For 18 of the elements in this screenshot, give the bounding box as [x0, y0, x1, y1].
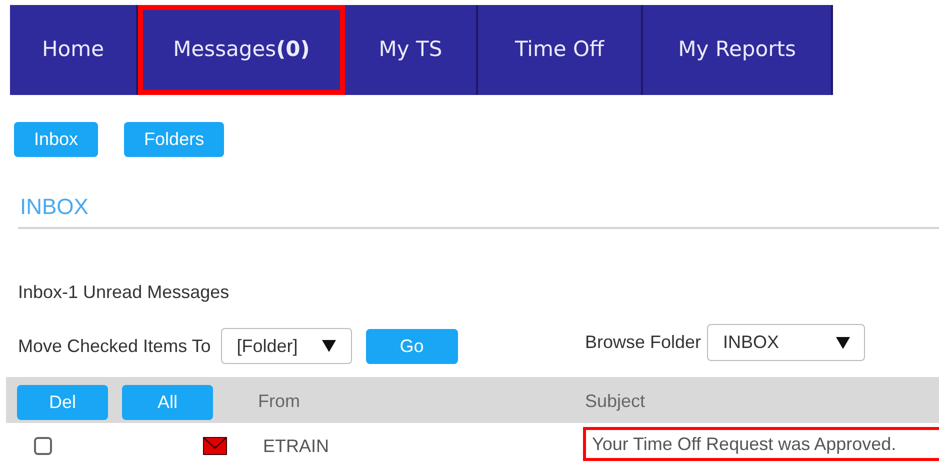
column-header: Subject [585, 390, 646, 413]
browse-label: Browse Folder [585, 331, 702, 354]
unread-summary: Inbox-1 Unread Messages [18, 281, 230, 304]
nav-tab[interactable]: My TS [345, 5, 478, 95]
nav-tab[interactable]: Time Off [478, 5, 643, 95]
sender-cell-text: ETRAIN [263, 435, 330, 458]
subject-link[interactable]: Your Time Off Request was Approved. [583, 427, 939, 461]
browse-folder-select[interactable]: INBOX [707, 324, 866, 361]
folder-select[interactable]: [Folder] [220, 328, 352, 364]
nav-tab[interactable]: My Reports [643, 5, 833, 95]
dropdown-icon [836, 336, 850, 348]
column-header: From [258, 390, 300, 413]
nav-tab[interactable]: Messages(0) [138, 5, 345, 95]
row-checkbox[interactable] [34, 437, 52, 455]
nav-tab[interactable]: Home [10, 5, 138, 95]
dropdown-icon [322, 340, 336, 352]
move-label: Move Checked Items To [18, 334, 211, 358]
section-heading: INBOX [20, 193, 88, 221]
